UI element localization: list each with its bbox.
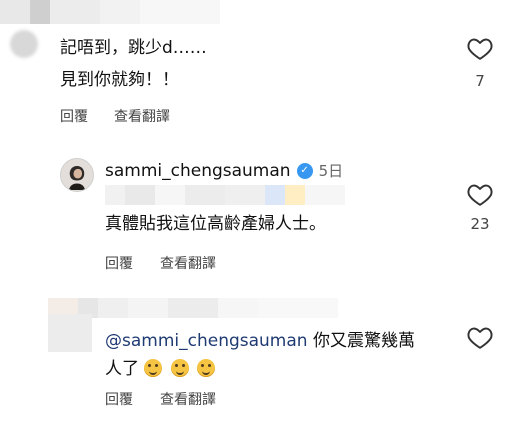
comment-1-like-button[interactable] [467,36,493,60]
blurred-username [0,0,220,24]
verified-badge-icon: ✓ [296,162,313,179]
comment-2-time: 5日 [318,162,344,180]
blurred-avatar-3[interactable] [48,314,92,352]
comment-3-text-part1: 你又震驚幾萬 [312,331,415,351]
comment-3-like-button[interactable] [467,325,493,349]
tears-of-joy-emoji [170,359,189,377]
blurred-comment-2-mention [105,185,345,205]
comment-2-username[interactable]: sammi_chengsauman [105,161,291,181]
comment-1-text-line1: 記唔到，跳少d…… [60,38,207,58]
comment-3-reply-button[interactable]: 回覆 [105,389,133,409]
sammi-avatar[interactable] [60,158,94,192]
comment-3-text-line1: @sammi_chengsauman 你又震驚幾萬 [105,327,445,355]
comment-2-header: sammi_chengsauman ✓ 5日 [105,160,343,181]
heart-icon [467,327,493,349]
comment-3-translate-button[interactable]: 查看翻譯 [160,389,216,409]
avatar-photo-icon [61,159,93,191]
comment-3-text-part2: 人了 [105,359,139,379]
tears-of-joy-emoji [197,359,216,377]
comment-3-mention[interactable]: @sammi_chengsauman [105,331,308,351]
comment-1-reply-button[interactable]: 回覆 [60,106,88,126]
comment-1-text-line2: 見到你就夠！！ [60,70,179,90]
blurred-avatar[interactable] [10,30,38,58]
comment-2-reply-button[interactable]: 回覆 [105,253,133,273]
comment-2-text: 真體貼我這位高齡產婦人士。 [105,214,326,234]
heart-icon [467,38,493,60]
comment-3-text-line2: 人了 [105,355,305,383]
comment-1-like-count: 7 [475,72,485,90]
comment-2-like-button[interactable] [467,182,493,206]
comment-1-translate-button[interactable]: 查看翻譯 [114,106,170,126]
comment-2-translate-button[interactable]: 查看翻譯 [160,253,216,273]
tears-of-joy-emoji [144,359,163,377]
comment-2-like-count: 23 [470,215,490,233]
heart-icon [467,184,493,206]
